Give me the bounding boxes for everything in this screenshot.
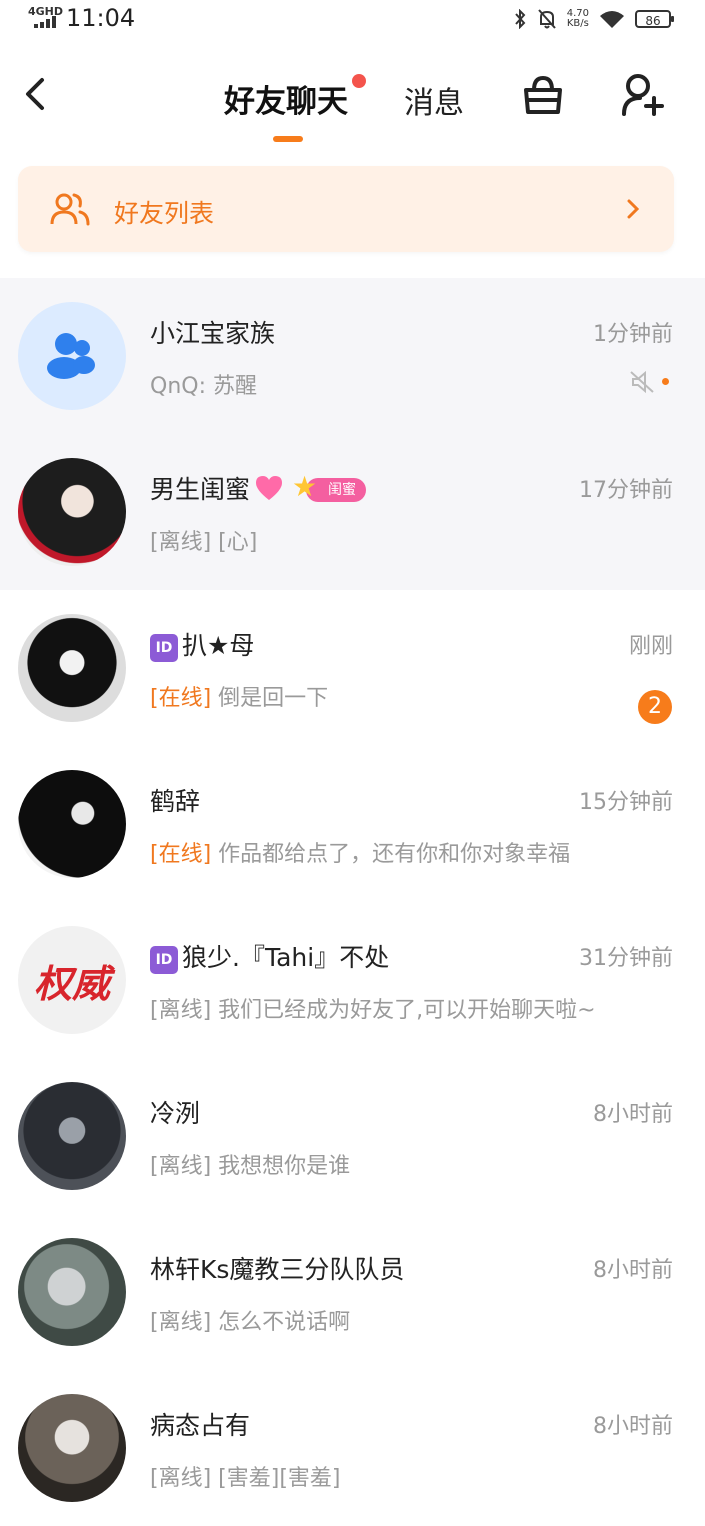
bluetooth-icon xyxy=(514,9,526,29)
avatar xyxy=(18,770,126,878)
mute-icon xyxy=(630,370,654,394)
add-friend-icon[interactable] xyxy=(620,72,666,118)
avatar xyxy=(18,1238,126,1346)
chat-row[interactable]: 男生闺蜜 ★ 闺蜜 17分钟前 [离线] [心] xyxy=(0,434,705,590)
chat-row[interactable]: 权威 ID 狼少.『Tahi』不处 31分钟前 [离线] 我们已经成为好友了,可以… xyxy=(0,902,705,1058)
chat-name: ID 狼少.『Tahi』不处 xyxy=(150,938,389,974)
chat-name: 林轩Ks魔教三分队队员 xyxy=(150,1255,405,1284)
star-icon: ★ xyxy=(291,470,318,503)
chat-time: 8小时前 xyxy=(593,1258,673,1283)
tab-friend-chat[interactable]: 好友聊天 xyxy=(224,76,348,121)
avatar xyxy=(18,614,126,722)
signal-icon xyxy=(34,16,58,28)
chevron-right-icon xyxy=(627,199,640,219)
chat-time: 1分钟前 xyxy=(593,322,673,347)
chat-name: 鹤辞 xyxy=(150,787,201,816)
active-tab-indicator xyxy=(273,136,303,142)
chat-preview: [离线] 我想想你是谁 xyxy=(150,1154,351,1179)
chat-row[interactable]: 冷洌 8小时前 [离线] 我想想你是谁 xyxy=(0,1058,705,1214)
chat-name: 男生闺蜜 ★ 闺蜜 xyxy=(150,470,366,506)
chat-name: ID 扒★母 xyxy=(150,626,254,662)
basket-icon[interactable] xyxy=(520,72,566,118)
group-avatar xyxy=(18,302,126,410)
unread-dot xyxy=(662,378,669,385)
avatar xyxy=(18,458,126,566)
chat-row[interactable]: 林轩Ks魔教三分队队员 8小时前 [离线] 怎么不说话啊 xyxy=(0,1214,705,1370)
chat-time: 31分钟前 xyxy=(579,946,673,971)
chat-preview: [离线] 怎么不说话啊 xyxy=(150,1310,351,1335)
chat-name: 冷洌 xyxy=(150,1099,201,1128)
chat-preview: [离线] 我们已经成为好友了,可以开始聊天啦~ xyxy=(150,998,596,1023)
friend-list-entry[interactable]: 好友列表 xyxy=(18,166,674,252)
wifi-icon xyxy=(600,11,624,28)
chat-name: 病态占有 xyxy=(150,1411,251,1440)
chat-time: 17分钟前 xyxy=(579,478,673,503)
chat-time: 8小时前 xyxy=(593,1414,673,1439)
chat-row[interactable]: 鹤辞 15分钟前 [在线] 作品都给点了，还有你和你对象幸福 xyxy=(0,746,705,902)
chat-row[interactable]: 小江宝家族 1分钟前 QnQ: 苏醒 xyxy=(0,278,705,434)
chat-time: 8小时前 xyxy=(593,1102,673,1127)
chat-preview: QnQ: 苏醒 xyxy=(150,374,257,399)
id-icon: ID xyxy=(150,946,178,974)
chat-preview: [离线] [心] xyxy=(150,530,258,555)
relationship-tag: ★ 闺蜜 xyxy=(292,470,366,503)
avatar xyxy=(18,1394,126,1502)
chat-time: 15分钟前 xyxy=(579,790,673,815)
chat-row[interactable]: 病态占有 8小时前 [离线] [害羞][害羞] xyxy=(0,1370,705,1526)
avatar: 权威 xyxy=(18,926,126,1034)
friends-icon xyxy=(50,193,90,226)
group-icon xyxy=(47,333,95,379)
chat-time: 刚刚 xyxy=(628,634,673,659)
id-icon: ID xyxy=(150,634,178,662)
top-nav: 好友聊天 消息 xyxy=(0,52,705,148)
friend-list-label: 好友列表 xyxy=(114,199,215,228)
status-bar: 4GHD 11:04 4.70 KB/s 86 xyxy=(0,0,705,40)
chat-row[interactable]: ID 扒★母 刚刚 [在线] 倒是回一下 2 xyxy=(0,590,705,746)
chat-name: 小江宝家族 xyxy=(150,319,276,348)
chat-preview: [离线] [害羞][害羞] xyxy=(150,1466,341,1491)
chat-preview: [在线] 倒是回一下 xyxy=(150,686,329,711)
notification-dot xyxy=(352,74,366,88)
back-icon[interactable] xyxy=(18,74,54,114)
avatar xyxy=(18,1082,126,1190)
heart-icon xyxy=(256,476,283,500)
avatar-text: 权威 xyxy=(33,960,110,1006)
bell-off-icon xyxy=(537,9,556,29)
tab-messages[interactable]: 消息 xyxy=(404,78,464,122)
unread-count-badge: 2 xyxy=(638,690,672,724)
status-icons: 4.70 KB/s 86 xyxy=(513,6,674,32)
net-speed: 4.70 KB/s xyxy=(566,8,589,29)
chat-preview: [在线] 作品都给点了，还有你和你对象幸福 xyxy=(150,842,571,867)
battery-icon: 86 xyxy=(635,10,674,28)
